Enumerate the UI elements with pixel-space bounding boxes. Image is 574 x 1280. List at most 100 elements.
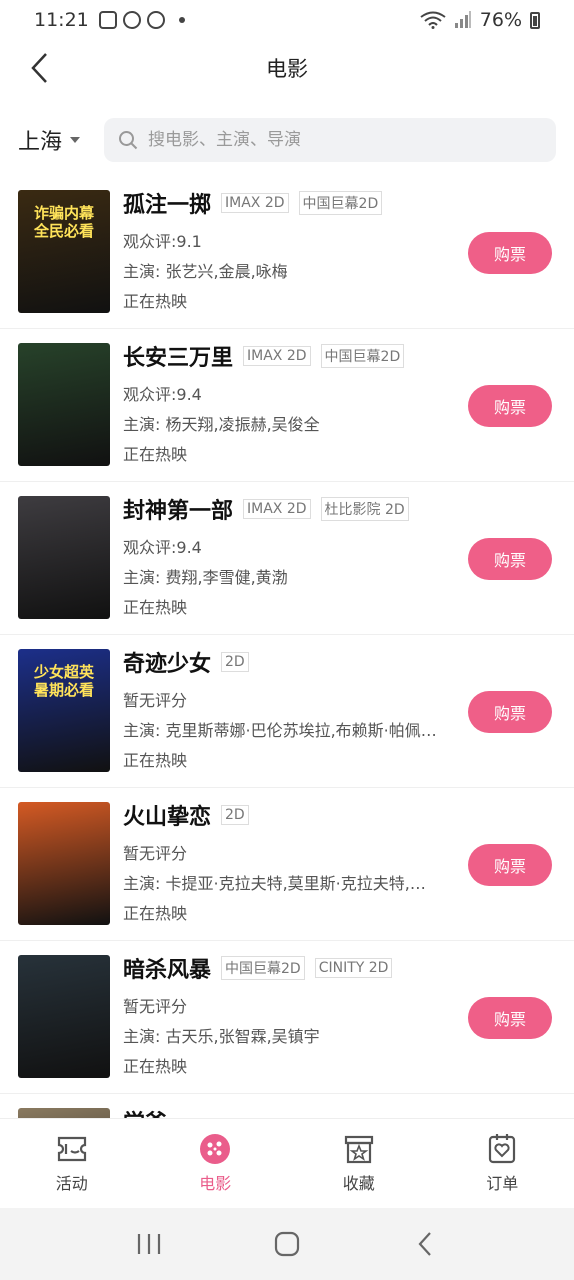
- tab-label: 收藏: [342, 1173, 375, 1193]
- format-tag: 2D: [221, 652, 249, 672]
- format-tag: 杜比影院 2D: [320, 497, 409, 521]
- movie-cast: 主演: 古天乐,张智霖,吴镇宇: [123, 1027, 320, 1045]
- movie-status: 正在热映: [123, 751, 188, 769]
- movie-cast: 主演: 杨天翔,凌振赫,吴俊全: [123, 415, 320, 433]
- battery-icon: [530, 11, 540, 29]
- title-row: 学爸: [123, 1106, 454, 1118]
- movie-poster[interactable]: [18, 955, 110, 1078]
- movie-icon: [199, 1133, 231, 1164]
- movie-info: 孤注一掷 IMAX 2D 中国巨幕2D 观众评:9.1 主演: 张艺兴,金晨,咏梅 正在热…: [123, 188, 454, 310]
- tab-label: 订单: [486, 1173, 519, 1193]
- movie-status: 正在热映: [123, 292, 188, 310]
- movie-item[interactable]: 火山挚恋 2D 暂无评分主演: 卡提亚·克拉夫特,莫里斯·克拉夫特,… 正在热映 购票: [0, 788, 574, 941]
- format-tag: 中国巨幕2D: [221, 956, 305, 980]
- movie-cast: 主演: 费翔,李雪健,黄渤: [123, 568, 288, 586]
- movie-rating: 观众评:9.1: [123, 232, 202, 250]
- buy-ticket-button[interactable]: 购票: [468, 232, 552, 274]
- movie-title[interactable]: 封神第一部: [123, 493, 233, 525]
- ticket-icon: [56, 1134, 88, 1164]
- home-button[interactable]: [267, 1224, 307, 1264]
- search-icon: [119, 131, 138, 150]
- system-back-button[interactable]: [405, 1224, 445, 1264]
- recents-icon: [137, 1234, 161, 1254]
- home-icon: [274, 1231, 300, 1257]
- search-row: 上海: [0, 118, 574, 162]
- movie-poster[interactable]: [18, 1108, 110, 1118]
- movie-rating: 暂无评分: [123, 997, 188, 1015]
- tab-movies[interactable]: 电影: [144, 1119, 288, 1208]
- movie-list[interactable]: 诈骗内幕 全民必看 孤注一掷 IMAX 2D 中国巨幕2D 观众评:9.1 主演: 张艺兴…: [0, 176, 574, 1118]
- app-notification-icon: [122, 11, 141, 29]
- movie-title[interactable]: 火山挚恋: [123, 799, 211, 831]
- tab-label: 电影: [199, 1173, 232, 1193]
- movie-item[interactable]: 少女超英 暑期必看 奇迹少女 2D 暂无评分 主演: 克里斯蒂娜·巴伦苏埃拉,布赖斯·帕…: [0, 635, 574, 788]
- more-notifications-icon: [178, 17, 185, 23]
- movie-info: 火山挚恋 2D 暂无评分主演: 卡提亚·克拉夫特,莫里斯·克拉夫特,… 正在热映: [123, 800, 454, 922]
- buy-ticket-button[interactable]: 购票: [468, 844, 552, 886]
- caret-down-icon: [70, 137, 81, 143]
- search-box[interactable]: [104, 118, 556, 162]
- movie-status: 正在热映: [123, 598, 188, 616]
- movie-item[interactable]: 封神第一部 IMAX 2D 杜比影院 2D 观众评:9.4 主演: 费翔,李雪健,黄渤正…: [0, 482, 574, 635]
- poster-text: 诈骗内幕 全民必看: [33, 204, 94, 240]
- movie-cast: 主演: 卡提亚·克拉夫特,莫里斯·克拉夫特,…: [123, 874, 426, 892]
- movie-title[interactable]: 长安三万里: [123, 340, 233, 372]
- tab-activities[interactable]: 活动: [0, 1119, 144, 1208]
- system-nav-bar: [0, 1208, 574, 1280]
- battery-percent: 76%: [479, 9, 522, 31]
- title-row: 火山挚恋 2D: [123, 800, 454, 830]
- tab-label: 活动: [55, 1173, 88, 1193]
- movie-info: 暗杀风暴 中国巨幕2D CINITY 2D 暂无评分主演: 古天乐,张智霖,吴镇宇 正在…: [123, 953, 454, 1075]
- movie-status: 正在热映: [123, 445, 188, 463]
- back-icon: [418, 1232, 431, 1256]
- format-tag: IMAX 2D: [243, 499, 311, 519]
- status-time: 11:21: [34, 9, 89, 31]
- movie-title[interactable]: 孤注一掷: [123, 187, 211, 219]
- tab-favorites[interactable]: 收藏: [287, 1119, 431, 1208]
- wifi-icon: [420, 11, 446, 29]
- movie-item[interactable]: 学爸: [0, 1094, 574, 1118]
- chevron-left-icon: [31, 53, 47, 83]
- tab-orders[interactable]: 订单: [431, 1119, 574, 1208]
- movie-status: 正在热映: [123, 904, 188, 922]
- movie-poster[interactable]: 诈骗内幕 全民必看: [18, 190, 110, 313]
- favorite-box-icon: [343, 1134, 375, 1164]
- buy-ticket-button[interactable]: 购票: [468, 691, 552, 733]
- movie-rating: 观众评:9.4: [123, 538, 202, 556]
- movie-title[interactable]: 奇迹少女: [123, 646, 211, 678]
- movie-item[interactable]: 诈骗内幕 全民必看 孤注一掷 IMAX 2D 中国巨幕2D 观众评:9.1 主演: 张艺兴…: [0, 176, 574, 329]
- city-selector[interactable]: 上海: [18, 124, 81, 156]
- back-button[interactable]: [20, 48, 60, 88]
- movie-status: 正在热映: [123, 1057, 188, 1075]
- title-row: 孤注一掷 IMAX 2D 中国巨幕2D: [123, 188, 454, 218]
- movie-poster[interactable]: 少女超英 暑期必看: [18, 649, 110, 772]
- movie-title[interactable]: 暗杀风暴: [123, 952, 211, 984]
- poster-text: 少女超英 暑期必看: [33, 663, 94, 699]
- buy-ticket-button[interactable]: 购票: [468, 997, 552, 1039]
- movie-info: 奇迹少女 2D 暂无评分 主演: 克里斯蒂娜·巴伦苏埃拉,布赖斯·帕佩尼… 正在热映: [123, 647, 454, 769]
- movie-title[interactable]: 学爸: [123, 1105, 167, 1118]
- buy-ticket-button[interactable]: 购票: [468, 538, 552, 580]
- movie-item[interactable]: 长安三万里 IMAX 2D 中国巨幕2D 观众评:9.4 主演: 杨天翔,凌振赫,吴俊全…: [0, 329, 574, 482]
- buy-ticket-button[interactable]: 购票: [468, 385, 552, 427]
- movie-cast: 主演: 克里斯蒂娜·巴伦苏埃拉,布赖斯·帕佩尼…: [123, 721, 441, 739]
- status-bar: 11:21 76%: [0, 0, 574, 40]
- movie-poster[interactable]: [18, 496, 110, 619]
- movie-cast: 主演: 张艺兴,金晨,咏梅: [123, 262, 288, 280]
- notification-icons: [98, 11, 185, 29]
- title-row: 奇迹少女 2D: [123, 647, 454, 677]
- movie-info: 长安三万里 IMAX 2D 中国巨幕2D 观众评:9.4 主演: 杨天翔,凌振赫,吴俊全…: [123, 341, 454, 463]
- page-title: 电影: [266, 57, 308, 81]
- search-input[interactable]: [148, 130, 528, 150]
- movie-poster[interactable]: [18, 802, 110, 925]
- movie-rating: 暂无评分: [123, 844, 188, 862]
- title-row: 封神第一部 IMAX 2D 杜比影院 2D: [123, 494, 454, 524]
- format-tag: 2D: [221, 805, 249, 825]
- title-row: 暗杀风暴 中国巨幕2D CINITY 2D: [123, 953, 454, 983]
- format-tag: 中国巨幕2D: [298, 191, 383, 215]
- movie-item[interactable]: 暗杀风暴 中国巨幕2D CINITY 2D 暂无评分主演: 古天乐,张智霖,吴镇宇 正在…: [0, 941, 574, 1094]
- recents-button[interactable]: [129, 1224, 169, 1264]
- movie-info: 学爸: [123, 1106, 454, 1118]
- movie-poster[interactable]: [18, 343, 110, 466]
- format-tag: CINITY 2D: [314, 958, 393, 978]
